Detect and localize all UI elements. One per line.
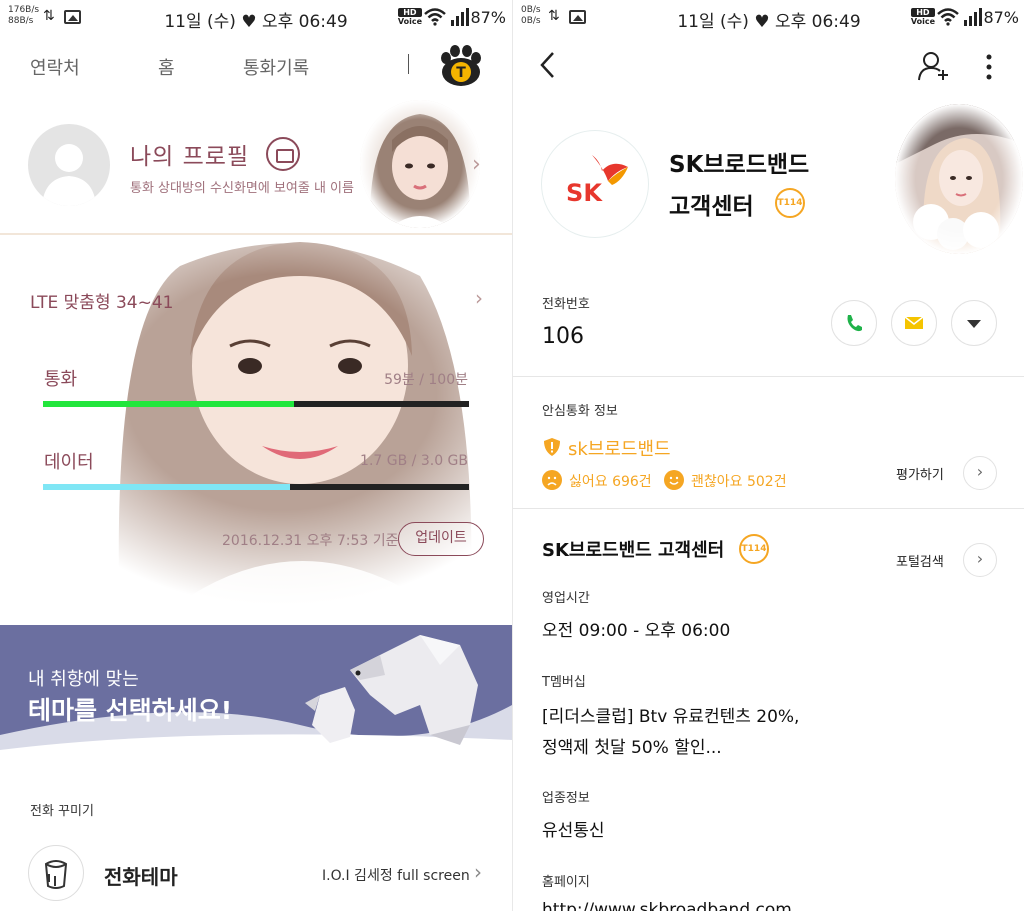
like-count: 괜찮아요 502건 <box>691 474 787 490</box>
signal-icon <box>451 8 469 26</box>
sk-logo-text: SK <box>566 179 603 207</box>
category-label: 업종정보 <box>542 791 590 806</box>
call-usage-value: 59분 / 100분 <box>384 372 468 388</box>
tab-contacts[interactable]: 연락처 <box>30 54 80 80</box>
message-button[interactable] <box>891 300 937 346</box>
usage-updated-time: 2016.12.31 오후 7:53 기준 <box>222 533 399 549</box>
my-profile-title[interactable]: 나의 프로필 <box>130 137 249 171</box>
nav-divider <box>408 54 409 74</box>
rate-chevron-icon[interactable]: › <box>963 456 997 490</box>
business-title: SK브로드밴드 고객센터 <box>542 540 725 561</box>
plan-name[interactable]: LTE 맞춤형 34~41 <box>30 288 174 313</box>
sad-face-icon <box>542 470 562 490</box>
homepage-link[interactable]: http://www.skbroadband.com <box>542 900 792 911</box>
wifi-icon <box>424 8 446 26</box>
plan-chevron-icon[interactable]: › <box>475 286 483 310</box>
phone-theme-value[interactable]: I.O.I 김세정 full screen <box>322 865 470 885</box>
t114-badge: T114 <box>739 534 769 564</box>
section-divider <box>0 233 512 235</box>
tab-call-log[interactable]: 통화기록 <box>243 54 309 80</box>
banner-line1: 내 취향에 맞는 <box>28 669 139 690</box>
banner-line2: 테마를 선택하세요! <box>28 696 233 725</box>
hd-label: HD <box>910 8 935 17</box>
data-usage-bar <box>43 484 469 490</box>
decorate-section-label: 전화 꾸미기 <box>30 804 94 819</box>
business-category: 유선통신 <box>542 821 605 841</box>
shield-warning-icon <box>544 438 560 456</box>
signal-icon <box>964 8 982 26</box>
membership-label: T멤버십 <box>542 675 586 690</box>
update-button[interactable]: 업데이트 <box>398 522 484 556</box>
rate-button-label[interactable]: 평가하기 <box>896 464 944 483</box>
my-profile-subtitle: 통화 상대방의 수신화면에 보여줄 내 이름 <box>130 181 354 196</box>
hd-voice-icon: HD Voice <box>397 8 422 26</box>
hd-voice-icon: HD Voice <box>910 8 935 26</box>
add-contact-icon[interactable] <box>917 50 951 82</box>
membership-line1: [리더스클럽] Btv 유료컨텐츠 20%, <box>542 707 800 727</box>
portal-chevron-icon[interactable]: › <box>963 543 997 577</box>
t-paw-logo-icon[interactable]: T <box>438 45 484 87</box>
voice-label: Voice <box>397 17 422 26</box>
sk-logo: SK <box>541 130 649 238</box>
battery-level: 87% <box>983 8 1019 27</box>
person-silhouette-icon <box>42 144 96 206</box>
divider <box>513 376 1024 377</box>
smile-face-icon <box>664 470 684 490</box>
call-usage-bar <box>43 401 469 407</box>
hours-label: 영업시간 <box>542 591 590 606</box>
more-vertical-icon[interactable] <box>983 52 995 82</box>
safe-call-name: sk브로드밴드 <box>568 439 671 460</box>
contact-name-line2: 고객센터 <box>669 194 754 220</box>
hd-label: HD <box>397 8 422 17</box>
portal-search-label[interactable]: 포털검색 <box>896 551 944 570</box>
message-icon <box>904 316 924 329</box>
home-screen: 176B/s 88B/s ⇅ 11일 (수) ♥ 오후 06:49 HD Voic… <box>0 0 512 911</box>
battery-level: 87% <box>470 8 506 27</box>
my-avatar[interactable] <box>28 124 110 206</box>
profile-photo <box>360 100 480 228</box>
homepage-label: 홈페이지 <box>542 875 590 890</box>
contact-detail-screen: 0B/s 0B/s ⇅ 11일 (수) ♥ 오후 06:49 HD Voice 8… <box>512 0 1024 911</box>
paint-bucket-icon <box>28 845 84 901</box>
chevron-down-icon <box>967 320 981 328</box>
call-usage-label: 통화 <box>44 369 78 390</box>
data-usage-label: 데이터 <box>44 452 94 473</box>
tab-home[interactable]: 홈 <box>158 54 175 80</box>
theme-chevron-icon[interactable]: › <box>474 860 482 884</box>
phone-number[interactable]: 106 <box>542 324 584 349</box>
phone-icon <box>847 315 862 332</box>
call-button[interactable] <box>831 300 877 346</box>
t114-badge: T114 <box>775 188 805 218</box>
logo-letter: T <box>456 65 466 81</box>
business-card-icon[interactable] <box>266 137 300 171</box>
call-usage-fill <box>43 401 295 407</box>
status-bar: 176B/s 88B/s ⇅ 11일 (수) ♥ 오후 06:49 HD Voic… <box>0 0 512 36</box>
wifi-icon <box>937 8 959 26</box>
profile-chevron-icon[interactable]: › <box>472 152 481 177</box>
expand-button[interactable] <box>951 300 997 346</box>
top-navigation: 연락처 홈 통화기록 <box>0 50 512 86</box>
back-arrow-icon[interactable] <box>537 50 559 80</box>
dislike-count: 싫어요 696건 <box>569 474 652 490</box>
theme-banner[interactable]: 내 취향에 맞는 테마를 선택하세요! <box>0 625 512 763</box>
phone-label: 전화번호 <box>542 297 590 312</box>
status-bar: 0B/s 0B/s ⇅ 11일 (수) ♥ 오후 06:49 HD Voice 8… <box>513 0 1024 36</box>
divider <box>513 508 1024 509</box>
voice-label: Voice <box>910 17 935 26</box>
data-usage-value: 1.7 GB / 3.0 GB <box>360 453 468 469</box>
contact-name-line1: SK브로드밴드 <box>669 152 810 178</box>
business-hours: 오전 09:00 - 오후 06:00 <box>542 621 731 641</box>
membership-line2: 정액제 첫달 50% 할인... <box>542 738 722 758</box>
data-usage-fill <box>43 484 291 490</box>
phone-theme-title[interactable]: 전화테마 <box>104 861 178 890</box>
safe-call-label: 안심통화 정보 <box>542 404 618 419</box>
contact-photo <box>895 104 1023 254</box>
